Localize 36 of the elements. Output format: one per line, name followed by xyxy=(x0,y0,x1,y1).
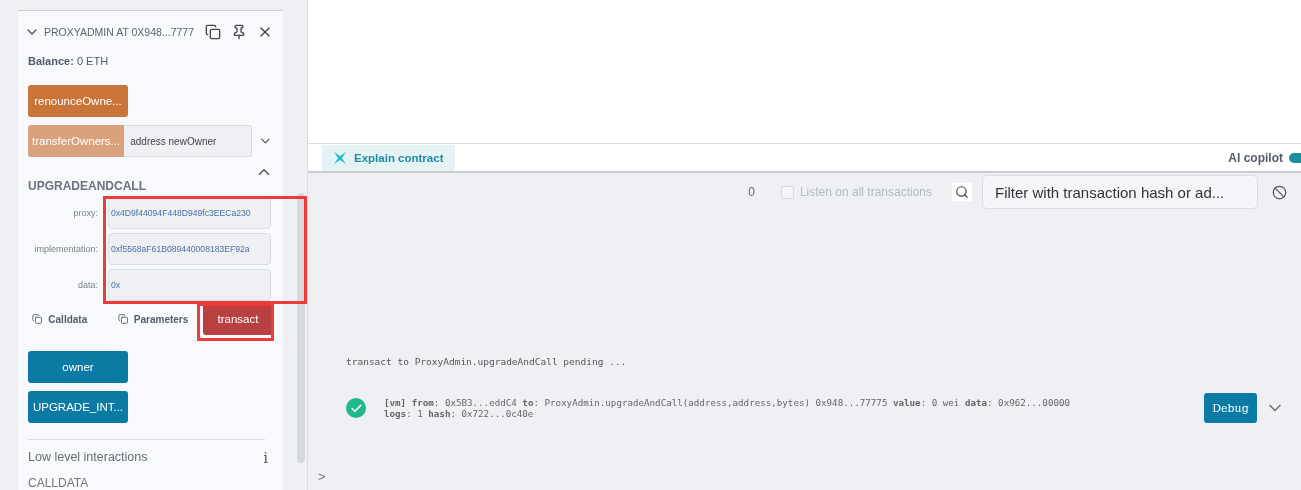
copy-icon[interactable] xyxy=(32,313,43,326)
parameters-link[interactable]: Parameters xyxy=(133,313,201,325)
contract-title: PROXYADMIN AT 0X948...7777 xyxy=(44,25,195,38)
calldata-link[interactable]: Calldata xyxy=(48,313,116,325)
param-field[interactable]: 0x xyxy=(108,269,271,302)
clear-icon[interactable] xyxy=(1272,184,1287,200)
filter-field[interactable]: Filter with transaction hash or ad... xyxy=(982,175,1258,209)
transaction-count: 0 xyxy=(748,185,755,199)
transaction-log: [vm] from: 0x5B3...eddC4 to: ProxyAdmin.upgradeAndCall(address,address,bytes) 0x948...77775 value: 0 wei data: 0x962...00000 logs: 1 hash: 0x722...0c40e xyxy=(384,397,1072,419)
search-icon[interactable] xyxy=(952,183,972,201)
section-title: Low level interactions xyxy=(28,450,148,466)
balance-text: Balance: 0 ETH xyxy=(28,54,110,69)
debug-button[interactable]: Debug xyxy=(1204,393,1257,423)
function-button[interactable]: renounceOwne... xyxy=(28,85,128,118)
copy-icon[interactable] xyxy=(117,313,128,326)
copilot-label: AI copilot xyxy=(1228,150,1283,165)
param-label: data: xyxy=(76,280,99,291)
param-field[interactable]: 0x4D9f44094F448D949fc3EECa230 xyxy=(108,197,271,230)
scrollbar[interactable] xyxy=(297,193,305,463)
sparkle-icon xyxy=(334,151,346,164)
section-title: CALLDATA xyxy=(28,476,90,490)
prompt-icon: > xyxy=(318,469,326,484)
info-icon[interactable]: i xyxy=(263,450,268,466)
copy-icon[interactable] xyxy=(205,23,221,40)
function-button[interactable]: owner xyxy=(28,351,128,384)
copilot-toggle[interactable] xyxy=(1289,152,1301,163)
explain-contract-button[interactable]: Explain contract xyxy=(322,144,456,171)
pin-icon[interactable] xyxy=(231,23,247,40)
param-label: proxy: xyxy=(72,208,99,219)
argument-field[interactable]: address newOwner xyxy=(124,125,253,158)
function-button[interactable]: UPGRADE_INT... xyxy=(28,391,128,424)
param-label: implementation: xyxy=(33,244,99,255)
function-name: UPGRADEANDCALL xyxy=(28,179,146,194)
param-field[interactable]: 0xf5568aF61B089440008183EF92a xyxy=(108,233,271,266)
pending-message: transact to ProxyAdmin.upgradeAndCall pending ... xyxy=(346,356,628,367)
success-icon xyxy=(346,398,366,418)
